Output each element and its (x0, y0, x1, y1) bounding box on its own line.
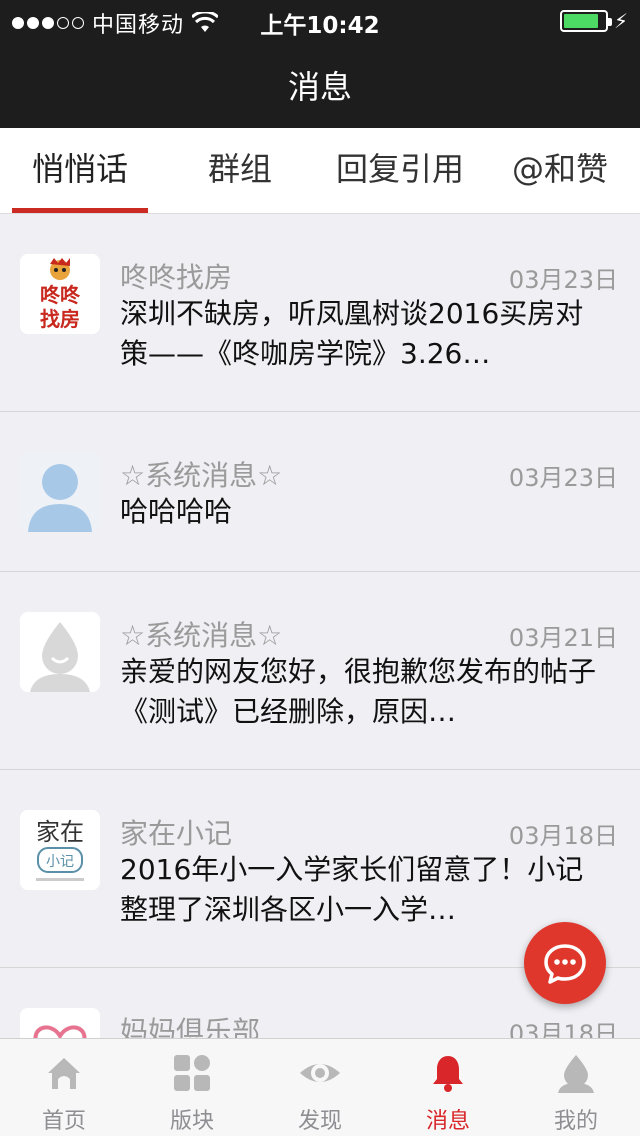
bottom-tab-discover[interactable]: 发现 (256, 1039, 384, 1136)
compose-message-button[interactable] (524, 922, 606, 1004)
charging-bolt-icon: ⚡ (613, 9, 628, 33)
avatar-jiazai-logo: 家在 小记 (20, 810, 100, 890)
home-icon (48, 1058, 80, 1089)
user-icon (558, 1055, 594, 1093)
message-list: 咚咚 找房 咚咚找房 03月23日 深圳不缺房，听凤凰树谈2016买房对策——《… (0, 214, 640, 1038)
message-sender: ☆系统消息☆ (120, 619, 283, 652)
dongdong-logo-icon: 咚咚 找房 (20, 254, 100, 334)
message-date: 03月23日 (508, 266, 618, 294)
jiazai-logo-icon: 家在 小记 (20, 810, 100, 890)
message-date: 03月23日 (508, 464, 618, 492)
bottom-tab-label: 消息 (425, 1109, 470, 1134)
message-row[interactable]: ☆系统消息☆ 03月23日 哈哈哈哈 (0, 412, 640, 572)
bottom-tab-label: 发现 (297, 1109, 342, 1134)
avatar-dongdong-logo: 咚咚 找房 (20, 254, 100, 334)
message-date: 03月18日 (508, 822, 618, 850)
mama-club-logo-icon (20, 1008, 100, 1038)
bottom-tab-bar: 首页 版块 发现 消息 我的 (0, 1038, 640, 1136)
default-person-blue-icon (20, 452, 100, 532)
message-sender: 妈妈俱乐部 (120, 1015, 261, 1038)
avatar-default-gray (20, 612, 100, 692)
bottom-tab-profile[interactable]: 我的 (512, 1039, 640, 1136)
message-tabs: 悄悄话 群组 回复引用 @和赞 (0, 128, 640, 214)
default-person-gray-icon (20, 612, 100, 692)
bell-icon (433, 1056, 463, 1092)
status-time: 上午10:42 (260, 13, 380, 39)
eye-icon (300, 1064, 340, 1082)
battery-level (563, 14, 598, 28)
bottom-tab-label: 首页 (41, 1109, 86, 1134)
svg-text:家在: 家在 (36, 818, 84, 846)
message-preview: 哈哈哈哈 (120, 495, 233, 528)
top-bar: 中国移动 上午10:42 ⚡ 消息 (0, 0, 640, 128)
tab-mentions-likes[interactable]: @和赞 (492, 128, 628, 214)
tab-replies[interactable]: 回复引用 (320, 128, 480, 214)
message-sender: ☆系统消息☆ (120, 459, 283, 492)
bottom-tab-home[interactable]: 首页 (0, 1039, 128, 1136)
bottom-tab-label: 版块 (169, 1109, 214, 1134)
bottom-tab-sections[interactable]: 版块 (128, 1039, 256, 1136)
message-date: 03月21日 (508, 624, 618, 652)
avatar-default-blue (20, 452, 100, 532)
message-preview: 亲爱的网友您好，很抱歉您发布的帖子《测试》已经删除，原因… (120, 655, 597, 728)
tab-whisper[interactable]: 悄悄话 (12, 128, 148, 214)
svg-text:咚咚: 咚咚 (40, 283, 81, 307)
chat-bubble-icon (544, 944, 586, 984)
message-preview: 2016年小一入学家长们留意了！小记整理了深圳各区小一入学… (120, 853, 584, 926)
bottom-tab-label: 我的 (553, 1109, 598, 1134)
svg-text:找房: 找房 (40, 307, 80, 331)
active-tab-indicator (12, 208, 148, 213)
message-date: 03月18日 (508, 1020, 618, 1038)
message-preview: 深圳不缺房，听凤凰树谈2016买房对策——《咚咖房学院》3.26… (120, 297, 584, 370)
svg-text:小记: 小记 (46, 854, 74, 870)
message-sender: 家在小记 (120, 817, 233, 850)
battery-icon (559, 10, 612, 32)
page-title: 消息 (287, 68, 352, 106)
status-bar: 中国移动 上午10:42 ⚡ (0, 0, 640, 40)
avatar-mama-club-logo (20, 1008, 100, 1038)
message-row[interactable]: ☆系统消息☆ 03月21日 亲爱的网友您好，很抱歉您发布的帖子《测试》已经删除，… (0, 572, 640, 770)
bottom-tab-messages[interactable]: 消息 (384, 1039, 512, 1136)
grid-icon (174, 1055, 210, 1091)
status-right: ⚡ (559, 9, 628, 33)
tab-groups[interactable]: 群组 (172, 128, 308, 214)
message-sender: 咚咚找房 (120, 261, 233, 294)
message-row[interactable]: 咚咚 找房 咚咚找房 03月23日 深圳不缺房，听凤凰树谈2016买房对策——《… (0, 214, 640, 412)
